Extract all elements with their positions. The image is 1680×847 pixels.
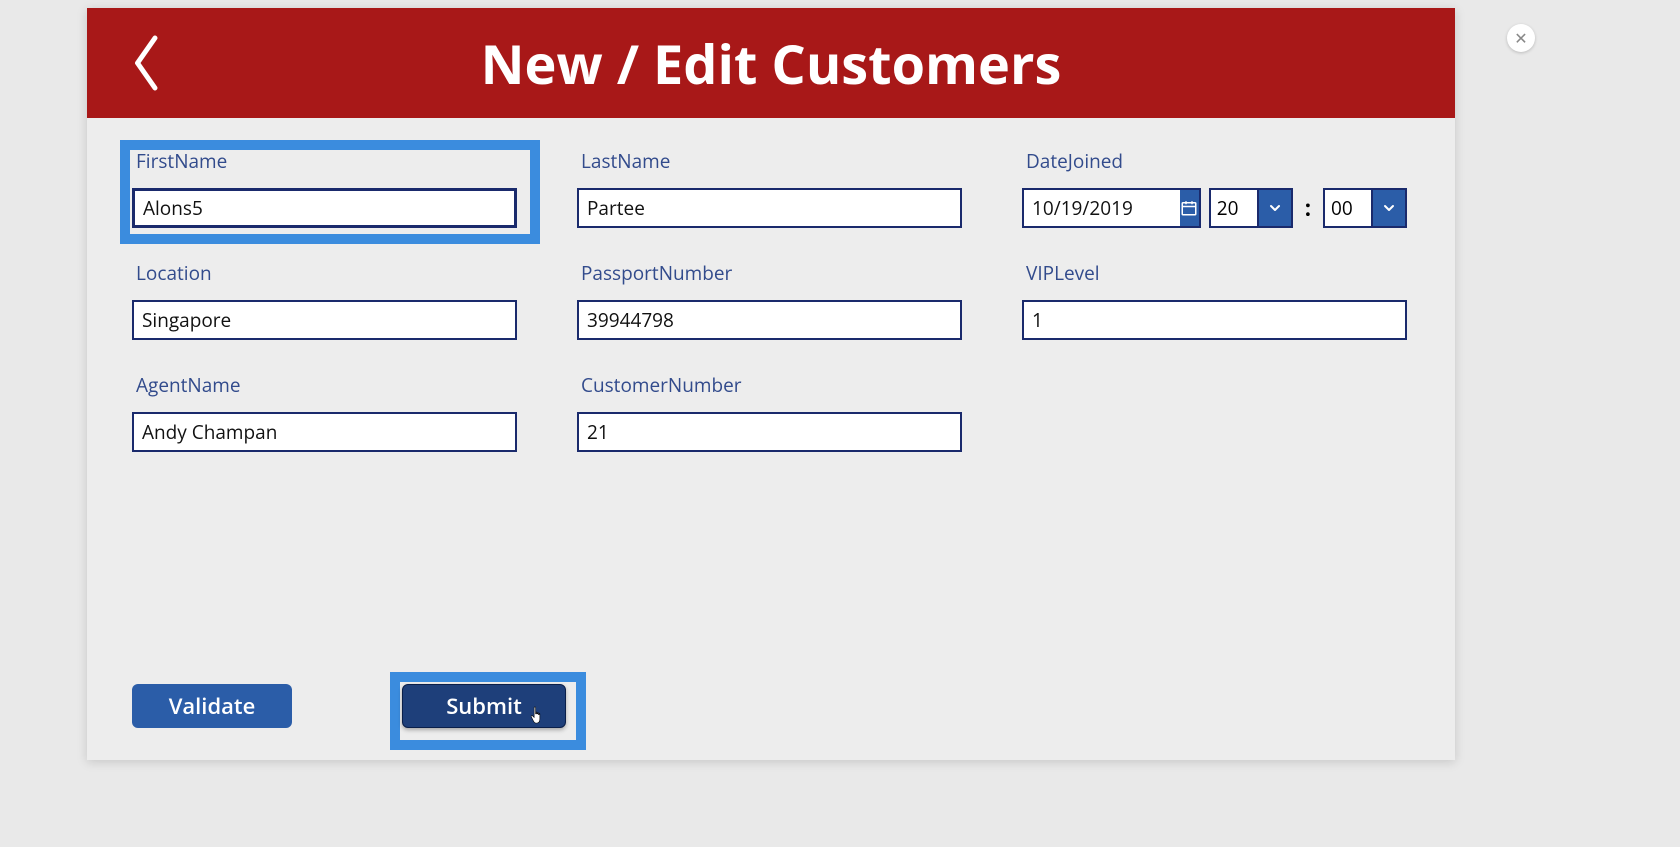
minute-select: 00 (1323, 188, 1407, 228)
field-viplevel: VIPLevel (1022, 260, 1407, 340)
submit-label: Submit (446, 691, 522, 721)
field-lastname: LastName (577, 148, 962, 228)
chevron-down-icon (1267, 200, 1283, 216)
field-datejoined: DateJoined 20 (1022, 148, 1407, 228)
close-icon: ✕ (1514, 27, 1527, 49)
hour-select: 20 (1209, 188, 1293, 228)
form-row-3: AgentName CustomerNumber (132, 372, 1410, 452)
input-viplevel[interactable] (1022, 300, 1407, 340)
label-datejoined: DateJoined (1022, 148, 1407, 174)
minute-dropdown-button[interactable] (1373, 188, 1407, 228)
back-button[interactable] (127, 30, 163, 96)
chevron-down-icon (1381, 200, 1397, 216)
label-viplevel: VIPLevel (1022, 260, 1407, 286)
label-location: Location (132, 260, 517, 286)
datejoined-group: 20 : 00 (1022, 188, 1407, 228)
form-footer: Validate Submit (132, 674, 576, 738)
hour-dropdown-button[interactable] (1259, 188, 1293, 228)
input-passportnumber[interactable] (577, 300, 962, 340)
field-location: Location (132, 260, 517, 340)
calendar-button[interactable] (1180, 188, 1201, 228)
submit-button[interactable]: Submit (402, 684, 566, 728)
close-button[interactable]: ✕ (1507, 24, 1535, 52)
input-lastname[interactable] (577, 188, 962, 228)
input-location[interactable] (132, 300, 517, 340)
time-separator: : (1305, 193, 1311, 223)
page-title: New / Edit Customers (87, 26, 1455, 100)
label-passportnumber: PassportNumber (577, 260, 962, 286)
label-lastname: LastName (577, 148, 962, 174)
validate-button[interactable]: Validate (132, 684, 292, 728)
minute-value[interactable]: 00 (1323, 188, 1373, 228)
label-customernumber: CustomerNumber (577, 372, 962, 398)
label-agentname: AgentName (132, 372, 517, 398)
submit-wrap: Submit (392, 674, 576, 738)
field-passportnumber: PassportNumber (577, 260, 962, 340)
hour-value[interactable]: 20 (1209, 188, 1259, 228)
field-customernumber: CustomerNumber (577, 372, 962, 452)
form-row-1: FirstName LastName DateJoined (132, 148, 1410, 228)
form-row-2: Location PassportNumber VIPLevel (132, 260, 1410, 340)
label-firstname: FirstName (132, 148, 517, 174)
modal-header: New / Edit Customers (87, 8, 1455, 118)
modal-new-edit-customers: New / Edit Customers FirstName LastName … (87, 8, 1455, 760)
input-firstname[interactable] (132, 188, 517, 228)
input-date[interactable] (1022, 188, 1182, 228)
input-agentname[interactable] (132, 412, 517, 452)
field-agentname: AgentName (132, 372, 517, 452)
chevron-left-icon (129, 33, 161, 93)
form-body: FirstName LastName DateJoined (87, 118, 1455, 452)
calendar-icon (1180, 199, 1198, 217)
cursor-hand-icon (528, 703, 546, 733)
field-firstname: FirstName (132, 148, 517, 228)
input-customernumber[interactable] (577, 412, 962, 452)
